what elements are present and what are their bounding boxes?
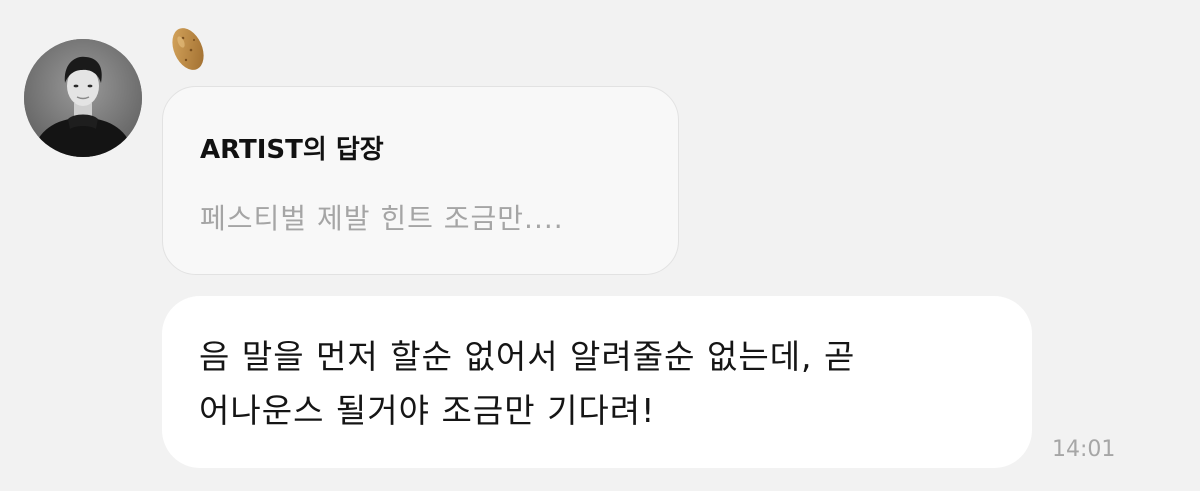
message-text: 음 말을 먼저 할순 없어서 알려줄순 없는데, 곧 어나운스 될거야 조금만 …	[199, 330, 1019, 438]
reply-bubble[interactable]: ARTIST의 답장 페스티벌 제발 힌트 조금만....	[162, 86, 679, 275]
potato-emoji-icon	[164, 22, 212, 76]
reply-title: ARTIST의 답장	[200, 135, 384, 165]
message-line: 어나운스 될거야 조금만 기다려!	[199, 391, 656, 430]
reply-quoted-text: 페스티벌 제발 힌트 조금만....	[200, 202, 564, 235]
message-line: 음 말을 먼저 할순 없어서 알려줄순 없는데, 곧	[199, 337, 856, 376]
message-timestamp: 14:01	[1052, 437, 1116, 462]
avatar[interactable]	[24, 39, 142, 157]
artist-profile-photo	[24, 39, 142, 157]
chat-screen: ARTIST의 답장 페스티벌 제발 힌트 조금만.... 음 말을 먼저 할순…	[0, 0, 1200, 491]
message-bubble[interactable]: 음 말을 먼저 할순 없어서 알려줄순 없는데, 곧 어나운스 될거야 조금만 …	[162, 296, 1032, 468]
